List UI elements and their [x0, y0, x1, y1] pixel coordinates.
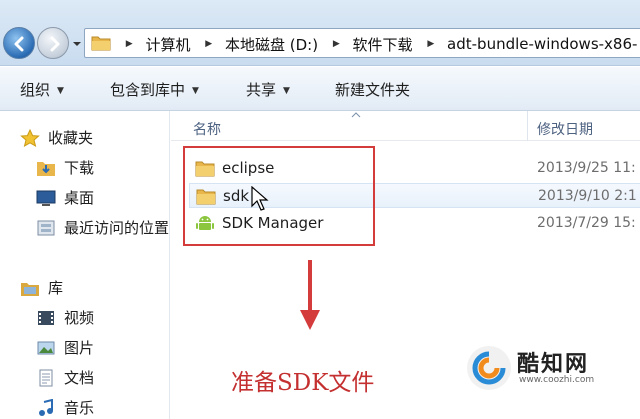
- file-date: 2013/9/25 11:: [537, 160, 636, 176]
- arrow-down-icon: [300, 260, 320, 330]
- sidebar-label: 下载: [64, 159, 95, 177]
- sidebar-label: 收藏夹: [48, 129, 94, 147]
- sidebar-item-videos[interactable]: 视频: [36, 307, 94, 328]
- sidebar-item-libraries[interactable]: 库: [20, 277, 63, 298]
- organize-label: 组织: [20, 81, 51, 99]
- picture-icon: [36, 339, 56, 357]
- breadcrumb-adt-bundle[interactable]: adt-bundle-windows-x86-: [447, 35, 637, 53]
- address-bar-area: ▶ 计算机 ▶ 本地磁盘 (D:) ▶ 软件下载 ▶ adt-bundle-wi…: [0, 0, 640, 66]
- breadcrumb-computer[interactable]: 计算机: [145, 34, 190, 55]
- highlight-box: [183, 146, 375, 246]
- sidebar-item-documents[interactable]: 文档: [36, 367, 94, 388]
- breadcrumb-separator-icon[interactable]: ▶: [427, 39, 434, 49]
- file-date: 2013/9/10 2:1: [538, 188, 637, 204]
- document-icon: [36, 369, 56, 387]
- download-folder-icon: [36, 159, 56, 177]
- watermark-url: www.coozhi.com: [519, 375, 595, 385]
- sidebar-item-music[interactable]: 音乐: [36, 397, 94, 418]
- folder-icon: [91, 33, 111, 55]
- sidebar-item-downloads[interactable]: 下载: [36, 157, 94, 178]
- annotation-caption: 准备SDK文件: [231, 370, 375, 396]
- star-icon: [20, 128, 40, 147]
- sidebar-label: 图片: [64, 339, 95, 357]
- include-library-label: 包含到库中: [110, 81, 186, 99]
- music-icon: [36, 398, 56, 417]
- sidebar-label: 视频: [64, 309, 95, 327]
- sidebar-item-recent[interactable]: 最近访问的位置: [36, 217, 169, 238]
- navigation-pane: 收藏夹 下载 桌面 最近访问的位置 库 视频 图片 文档 音乐: [0, 111, 170, 419]
- library-icon: [20, 279, 40, 297]
- sidebar-label: 桌面: [64, 189, 95, 207]
- breadcrumb-separator-icon[interactable]: ▶: [205, 39, 212, 49]
- sidebar-label: 最近访问的位置: [64, 219, 170, 237]
- arrow-right-icon: [50, 36, 60, 52]
- share-label: 共享: [246, 81, 277, 99]
- watermark-logo-icon: [467, 346, 511, 390]
- address-field[interactable]: ▶ 计算机 ▶ 本地磁盘 (D:) ▶ 软件下载 ▶ adt-bundle-wi…: [84, 28, 640, 58]
- breadcrumb-separator-icon[interactable]: ▶: [126, 39, 133, 49]
- video-icon: [36, 309, 56, 327]
- column-header-name[interactable]: 名称: [193, 119, 221, 139]
- watermark-brand: 酷知网: [517, 352, 590, 377]
- history-dropdown-icon[interactable]: [72, 40, 82, 48]
- sidebar-item-favorites[interactable]: 收藏夹: [20, 127, 93, 148]
- new-folder-label: 新建文件夹: [335, 81, 411, 99]
- share-menu[interactable]: 共享 ▼: [246, 79, 290, 100]
- watermark: 酷知网 www.coozhi.com: [459, 340, 627, 396]
- sidebar-label: 文档: [64, 369, 95, 387]
- new-folder-button[interactable]: 新建文件夹: [335, 79, 410, 100]
- chevron-down-icon: ▼: [192, 86, 199, 96]
- breadcrumb-downloads[interactable]: 软件下载: [353, 34, 413, 55]
- file-date: 2013/7/29 15:: [537, 215, 636, 231]
- forward-button[interactable]: [37, 27, 69, 59]
- sidebar-item-desktop[interactable]: 桌面: [36, 187, 94, 208]
- recent-places-icon: [36, 219, 56, 237]
- sort-ascending-icon: [351, 112, 361, 118]
- organize-menu[interactable]: 组织 ▼: [20, 79, 64, 100]
- chevron-down-icon: ▼: [57, 86, 64, 96]
- command-bar: 组织 ▼ 包含到库中 ▼ 共享 ▼ 新建文件夹: [0, 67, 640, 111]
- column-divider[interactable]: [527, 111, 528, 141]
- breadcrumb-drive[interactable]: 本地磁盘 (D:): [225, 34, 318, 55]
- breadcrumb-separator-icon[interactable]: ▶: [333, 39, 340, 49]
- column-header-date[interactable]: 修改日期: [537, 119, 593, 139]
- sidebar-item-pictures[interactable]: 图片: [36, 337, 94, 358]
- sidebar-label: 库: [48, 279, 64, 297]
- column-header-row: 名称 修改日期: [171, 111, 640, 141]
- back-button[interactable]: [3, 27, 35, 59]
- desktop-icon: [36, 189, 56, 207]
- chevron-down-icon: ▼: [283, 86, 290, 96]
- include-in-library-menu[interactable]: 包含到库中 ▼: [110, 79, 199, 100]
- arrow-left-icon: [14, 36, 24, 52]
- sidebar-label: 音乐: [64, 399, 95, 417]
- mouse-cursor-icon: [251, 186, 269, 211]
